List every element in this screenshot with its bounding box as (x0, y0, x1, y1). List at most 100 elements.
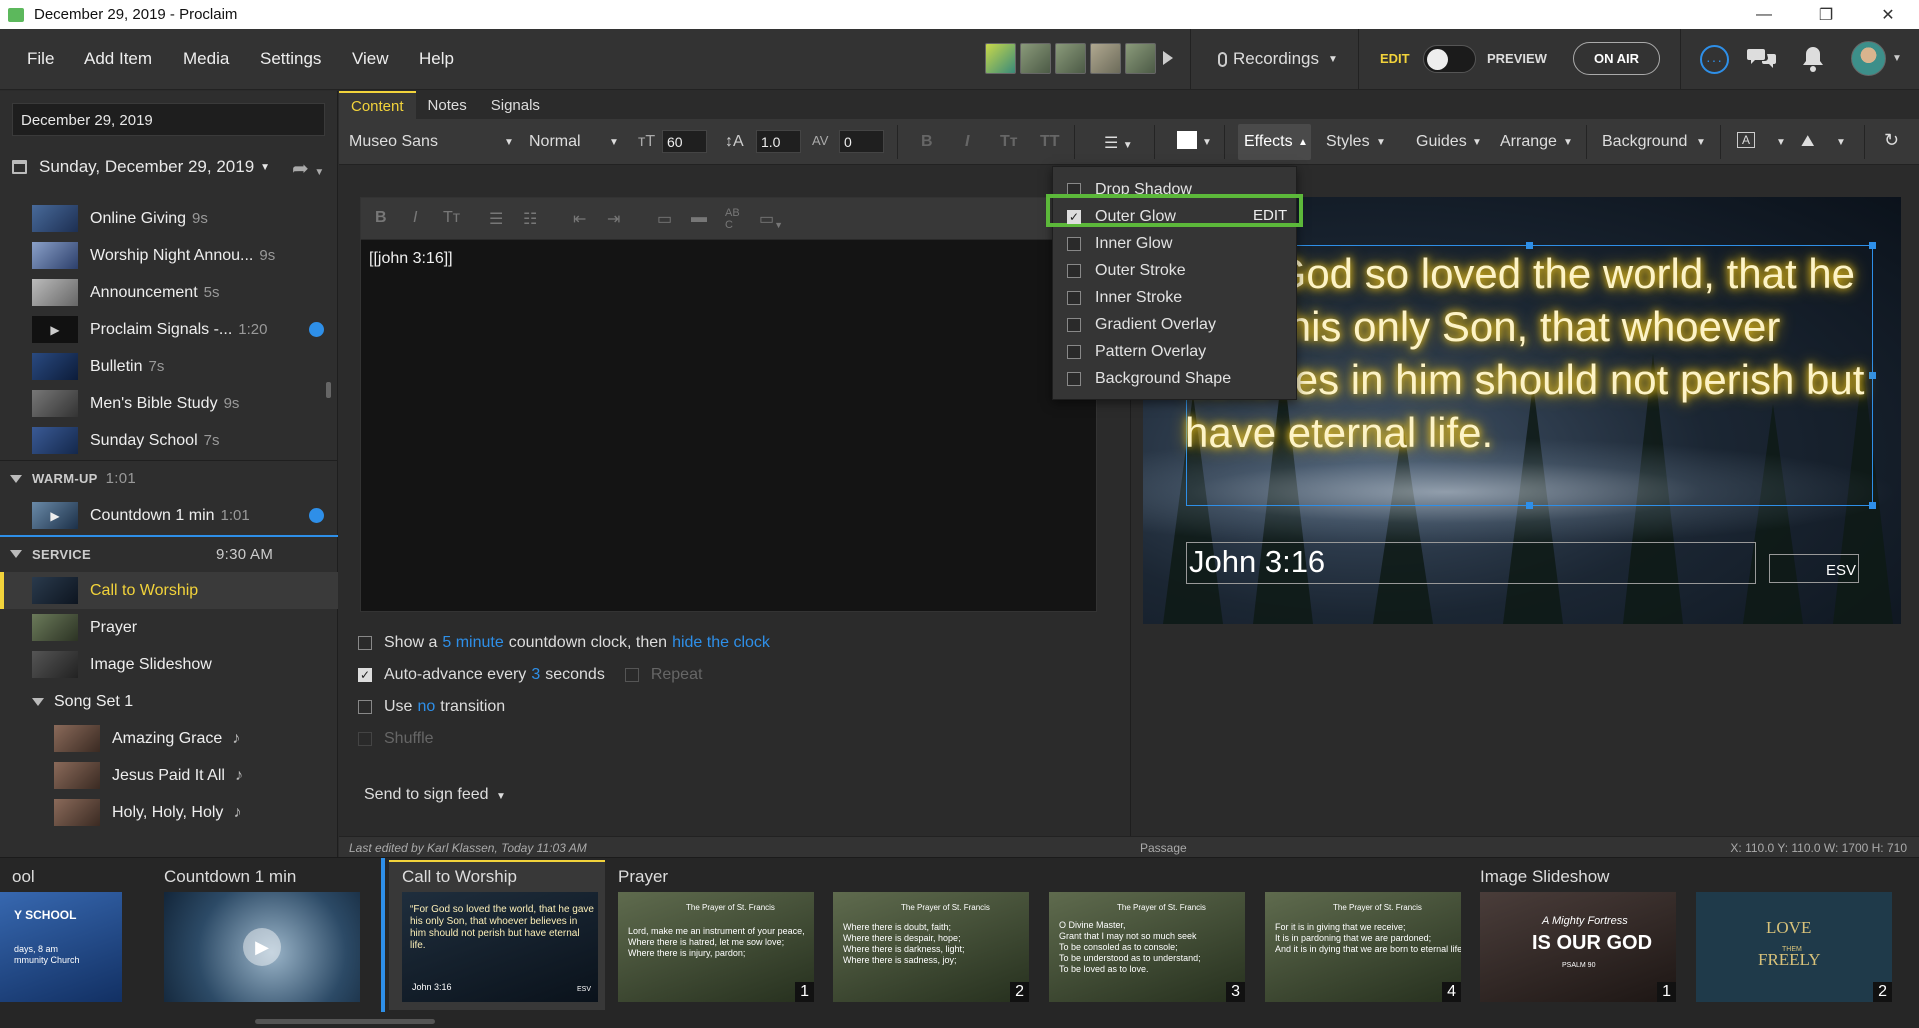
small-caps-icon[interactable]: Tт (443, 209, 460, 227)
menu-add-item[interactable]: Add Item (84, 49, 152, 69)
sidebar-scrollbar[interactable] (326, 382, 331, 398)
section-service[interactable]: SERVICE 9:30 AM (0, 535, 338, 571)
numbered-list-icon[interactable]: ☷ (523, 209, 537, 229)
inner-stroke-checkbox[interactable] (1067, 291, 1081, 305)
list-item[interactable]: ▶ Countdown 1 min 1:01 (0, 497, 338, 534)
edit-preview-toggle[interactable] (1423, 45, 1476, 73)
effects-button[interactable]: Effects ▲ (1238, 124, 1311, 160)
song-set[interactable]: Song Set 1 (0, 683, 338, 720)
list-item[interactable]: Worship Night Annou... 9s (0, 237, 338, 274)
list-item[interactable]: Holy, Holy, Holy ♪ (0, 794, 338, 831)
background-button[interactable]: Background (1602, 133, 1687, 151)
filmstrip-scrollbar[interactable] (255, 1019, 435, 1024)
more-icon[interactable]: ··· (1700, 45, 1729, 74)
italic-icon[interactable]: I (965, 133, 969, 151)
pattern-overlay-checkbox[interactable] (1067, 345, 1081, 359)
menu-view[interactable]: View (352, 49, 389, 69)
text-editor[interactable]: B I Tт ☰ ☷ ⇤ ⇥ ▭ ▬ AB C ▭ ▼ [[john 3:16]] (360, 197, 1098, 612)
list-item[interactable]: Amazing Grace ♪ (0, 720, 338, 757)
transition-link[interactable]: no (417, 698, 435, 716)
effect-pattern-overlay[interactable]: Pattern Overlay (1067, 339, 1206, 365)
minimize-button[interactable]: — (1733, 0, 1795, 29)
refresh-icon[interactable]: ↻ (1884, 130, 1899, 151)
tab-content[interactable]: Content (339, 91, 416, 119)
avatar[interactable] (1125, 43, 1156, 74)
indent-icon[interactable]: ⇥ (607, 209, 620, 229)
chat-icon[interactable] (1747, 46, 1777, 70)
inner-glow-checkbox[interactable] (1067, 237, 1081, 251)
list-item[interactable]: Sunday School 7s (0, 422, 338, 459)
list-item[interactable]: Bulletin 7s (0, 348, 338, 385)
auto-advance-checkbox[interactable]: ✓ (358, 668, 372, 682)
share-icon[interactable]: ➦ ▼ (292, 156, 324, 181)
on-air-button[interactable]: ON AIR (1573, 42, 1660, 75)
effect-inner-glow[interactable]: Inner Glow (1067, 231, 1172, 257)
list-item[interactable]: Announcement 5s (0, 274, 338, 311)
list-item[interactable]: ▶ Proclaim Signals -... 1:20 (0, 311, 338, 348)
tab-notes[interactable]: Notes (416, 91, 479, 119)
line-height-input[interactable]: 1.0 (756, 130, 801, 153)
bell-icon[interactable] (1801, 45, 1825, 73)
filmstrip-thumbnail[interactable]: The Prayer of St. Francis For it is in g… (1265, 892, 1461, 1002)
hide-clock-link[interactable]: hide the clock (672, 634, 770, 652)
bullet-list-icon[interactable]: ☰ (489, 209, 503, 229)
italic-icon[interactable]: I (413, 209, 417, 227)
spellcheck-icon[interactable]: AB C (725, 207, 740, 231)
menu-settings[interactable]: Settings (260, 49, 321, 69)
user-avatar[interactable] (1851, 41, 1886, 76)
insert-slide-icon[interactable]: ▭ (657, 209, 672, 229)
font-size-input[interactable]: 60 (662, 130, 707, 153)
recordings-button[interactable]: Recordings ▼ (1218, 49, 1338, 69)
small-caps-icon[interactable]: Tт (1000, 133, 1018, 151)
play-icon[interactable] (1163, 51, 1173, 65)
font-weight-select[interactable]: Normal (529, 133, 581, 151)
bold-icon[interactable]: B (921, 133, 933, 151)
filmstrip-thumbnail-selected[interactable]: “For God so loved the world, that he gav… (402, 892, 598, 1002)
split-icon[interactable]: ▬ (691, 209, 707, 227)
filmstrip-thumbnail[interactable]: The Prayer of St. Francis Lord, make me … (618, 892, 814, 1002)
guides-button[interactable]: Guides (1416, 133, 1467, 151)
text-color-swatch[interactable] (1177, 131, 1197, 149)
letter-spacing-input[interactable]: 0 (839, 130, 884, 153)
list-item[interactable]: Prayer (0, 609, 338, 646)
filmstrip-thumbnail[interactable]: LOVE THEM FREELY 2 (1696, 892, 1892, 1002)
shuffle-checkbox[interactable] (358, 732, 372, 746)
arrange-button[interactable]: Arrange (1500, 133, 1557, 151)
filmstrip-thumbnail[interactable]: A Mighty Fortress IS OUR GOD PSALM 90 1 (1480, 892, 1676, 1002)
style-icon[interactable]: ▭ ▼ (759, 209, 783, 230)
background-shape-checkbox[interactable] (1067, 372, 1081, 386)
outer-glow-edit-button[interactable]: EDIT (1253, 207, 1287, 224)
effect-outer-stroke[interactable]: Outer Stroke (1067, 258, 1186, 284)
image-icon[interactable]: ⛰ (1801, 133, 1814, 151)
effect-gradient-overlay[interactable]: Gradient Overlay (1067, 312, 1216, 338)
avatar[interactable] (985, 43, 1016, 74)
effect-outer-glow[interactable]: ✓ Outer Glow (1067, 204, 1176, 230)
list-item[interactable]: Jesus Paid It All ♪ (0, 757, 338, 794)
avatar[interactable] (1020, 43, 1051, 74)
list-item-call-to-worship[interactable]: Call to Worship (0, 572, 338, 609)
list-item[interactable]: Online Giving 9s (0, 200, 338, 237)
countdown-duration-link[interactable]: 5 minute (442, 634, 503, 652)
service-title-input[interactable]: December 29, 2019 (12, 103, 325, 136)
outdent-icon[interactable]: ⇤ (573, 209, 586, 229)
effect-inner-stroke[interactable]: Inner Stroke (1067, 285, 1182, 311)
align-icon[interactable]: ☰ ▼ (1104, 133, 1133, 153)
chevron-down-icon[interactable]: ▼ (1892, 53, 1902, 64)
filmstrip-thumbnail[interactable]: The Prayer of St. Francis O Divine Maste… (1049, 892, 1245, 1002)
list-item[interactable]: Image Slideshow (0, 646, 338, 683)
outer-glow-checkbox[interactable]: ✓ (1067, 210, 1081, 224)
list-item[interactable]: Men's Bible Study 9s (0, 385, 338, 422)
play-icon[interactable]: ▶ (243, 928, 281, 966)
tab-signals[interactable]: Signals (479, 91, 552, 119)
filmstrip-thumbnail[interactable]: ▶ (164, 892, 360, 1002)
bold-icon[interactable]: B (375, 209, 387, 227)
restore-button[interactable]: ❐ (1795, 0, 1857, 29)
all-caps-icon[interactable]: TT (1040, 133, 1060, 151)
gradient-overlay-checkbox[interactable] (1067, 318, 1081, 332)
avatar[interactable] (1055, 43, 1086, 74)
avatar[interactable] (1090, 43, 1121, 74)
repeat-checkbox[interactable] (624, 668, 639, 682)
font-family-select[interactable]: Museo Sans (349, 133, 438, 151)
outer-stroke-checkbox[interactable] (1067, 264, 1081, 278)
transition-checkbox[interactable] (358, 700, 372, 714)
